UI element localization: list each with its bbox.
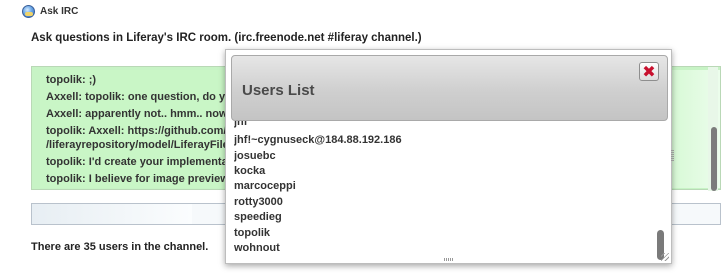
user-item[interactable]: jhf!~cygnuseck@184.88.192.186 (234, 134, 402, 146)
users-list[interactable]: jhf jhf!~cygnuseck@184.88.192.186 josueb… (234, 116, 654, 256)
user-item[interactable]: kocka (234, 165, 265, 177)
user-item[interactable]: wohnout (234, 242, 280, 254)
close-icon: ✖ (642, 61, 656, 81)
user-count-text: There are 35 users in the channel. (31, 241, 209, 253)
user-item[interactable]: speedieg (234, 211, 282, 223)
side-resize-handle[interactable] (671, 150, 674, 162)
dialog-header[interactable]: Users List ✖ (231, 55, 668, 121)
portlet-title: Ask IRC (40, 5, 79, 17)
chat-line: topolik: I'd create your implementat (46, 156, 232, 168)
message-input-highlight (32, 204, 192, 224)
chat-line: /liferayrepository/model/LiferayFile (46, 139, 229, 151)
dialog-title: Users List (242, 82, 315, 99)
chat-line: topolik: ;) (46, 74, 97, 86)
chat-scroll-thumb[interactable] (711, 127, 717, 191)
user-item[interactable]: josuebc (234, 150, 276, 162)
user-item[interactable]: topolik (234, 227, 270, 239)
user-item[interactable]: rotty3000 (234, 196, 283, 208)
chat-line: topolik: I believe for image previews (46, 173, 235, 185)
close-button[interactable]: ✖ (639, 62, 659, 81)
chat-line: topolik: Axxell: https://github.com/ (46, 125, 227, 137)
bottom-resize-handle[interactable] (444, 258, 454, 261)
resize-grip-icon[interactable] (661, 253, 669, 261)
irc-globe-icon (22, 4, 35, 18)
user-item[interactable]: marcoceppi (234, 180, 296, 192)
portlet-title-bar: Ask IRC (22, 3, 78, 19)
intro-text: Ask questions in Liferay's IRC room. (ir… (31, 32, 422, 44)
users-list-scrollbar[interactable] (656, 122, 665, 260)
chat-line: Axxell: apparently not.. hmm.. now (46, 108, 228, 120)
chat-line: Axxell: topolik: one question, do yo (46, 91, 232, 103)
users-list-dialog: jhf jhf!~cygnuseck@184.88.192.186 josueb… (225, 49, 674, 264)
